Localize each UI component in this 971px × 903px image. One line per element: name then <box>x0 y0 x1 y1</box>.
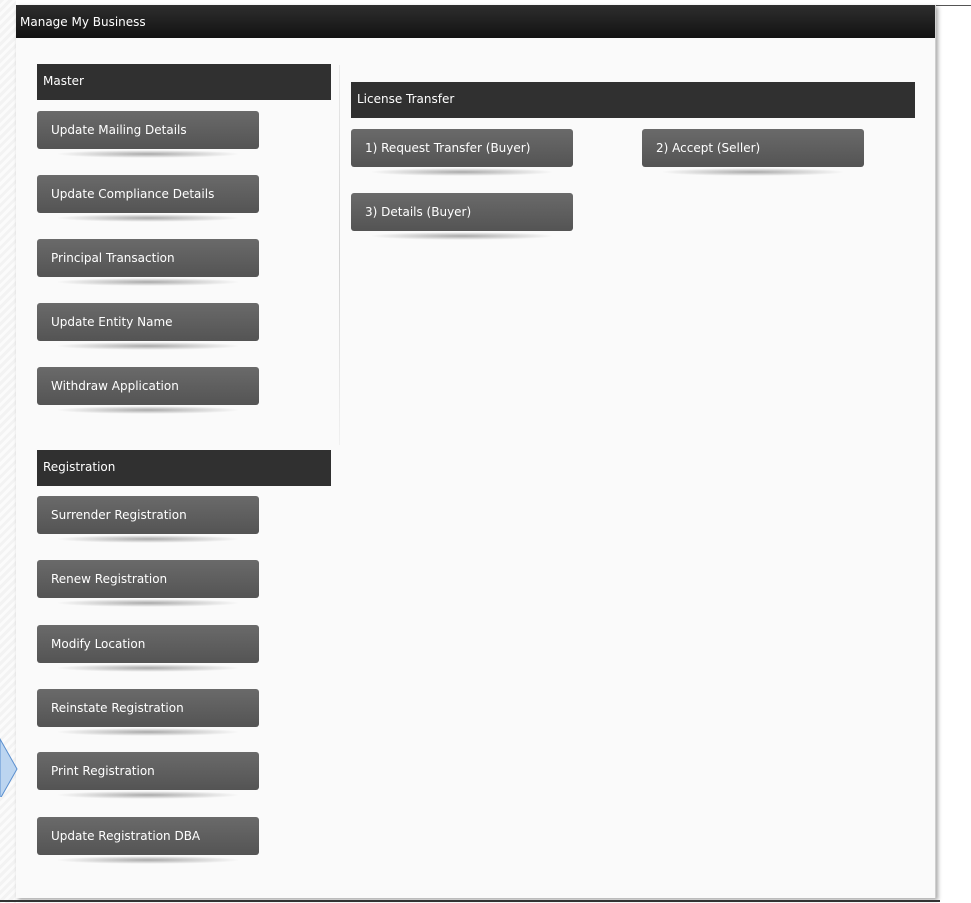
bottom-divider-line <box>0 900 940 902</box>
request-transfer-buyer-button[interactable]: 1) Request Transfer (Buyer) <box>351 129 573 176</box>
principal-transaction-button[interactable]: Principal Transaction <box>37 239 259 286</box>
update-compliance-details-button[interactable]: Update Compliance Details <box>37 175 259 222</box>
arrow-right-icon <box>0 737 18 797</box>
column-divider <box>339 65 340 445</box>
update-entity-name-button[interactable]: Update Entity Name <box>37 303 259 350</box>
master-section-header: Master <box>37 64 331 100</box>
manage-business-window: Manage My Business Master Update Mailing… <box>16 5 936 898</box>
license-transfer-section-header: License Transfer <box>351 82 915 118</box>
update-mailing-details-button[interactable]: Update Mailing Details <box>37 111 259 158</box>
modify-location-button[interactable]: Modify Location <box>37 625 259 672</box>
reinstate-registration-button[interactable]: Reinstate Registration <box>37 689 259 736</box>
surrender-registration-button[interactable]: Surrender Registration <box>37 496 259 543</box>
withdraw-application-button[interactable]: Withdraw Application <box>37 367 259 414</box>
renew-registration-button[interactable]: Renew Registration <box>37 560 259 607</box>
window-title: Manage My Business <box>16 5 935 38</box>
registration-section-header: Registration <box>37 450 331 486</box>
details-buyer-button[interactable]: 3) Details (Buyer) <box>351 193 573 240</box>
accept-seller-button[interactable]: 2) Accept (Seller) <box>642 129 864 176</box>
update-registration-dba-button[interactable]: Update Registration DBA <box>37 817 259 864</box>
top-divider-line <box>935 5 971 6</box>
print-registration-button[interactable]: Print Registration <box>37 752 259 799</box>
